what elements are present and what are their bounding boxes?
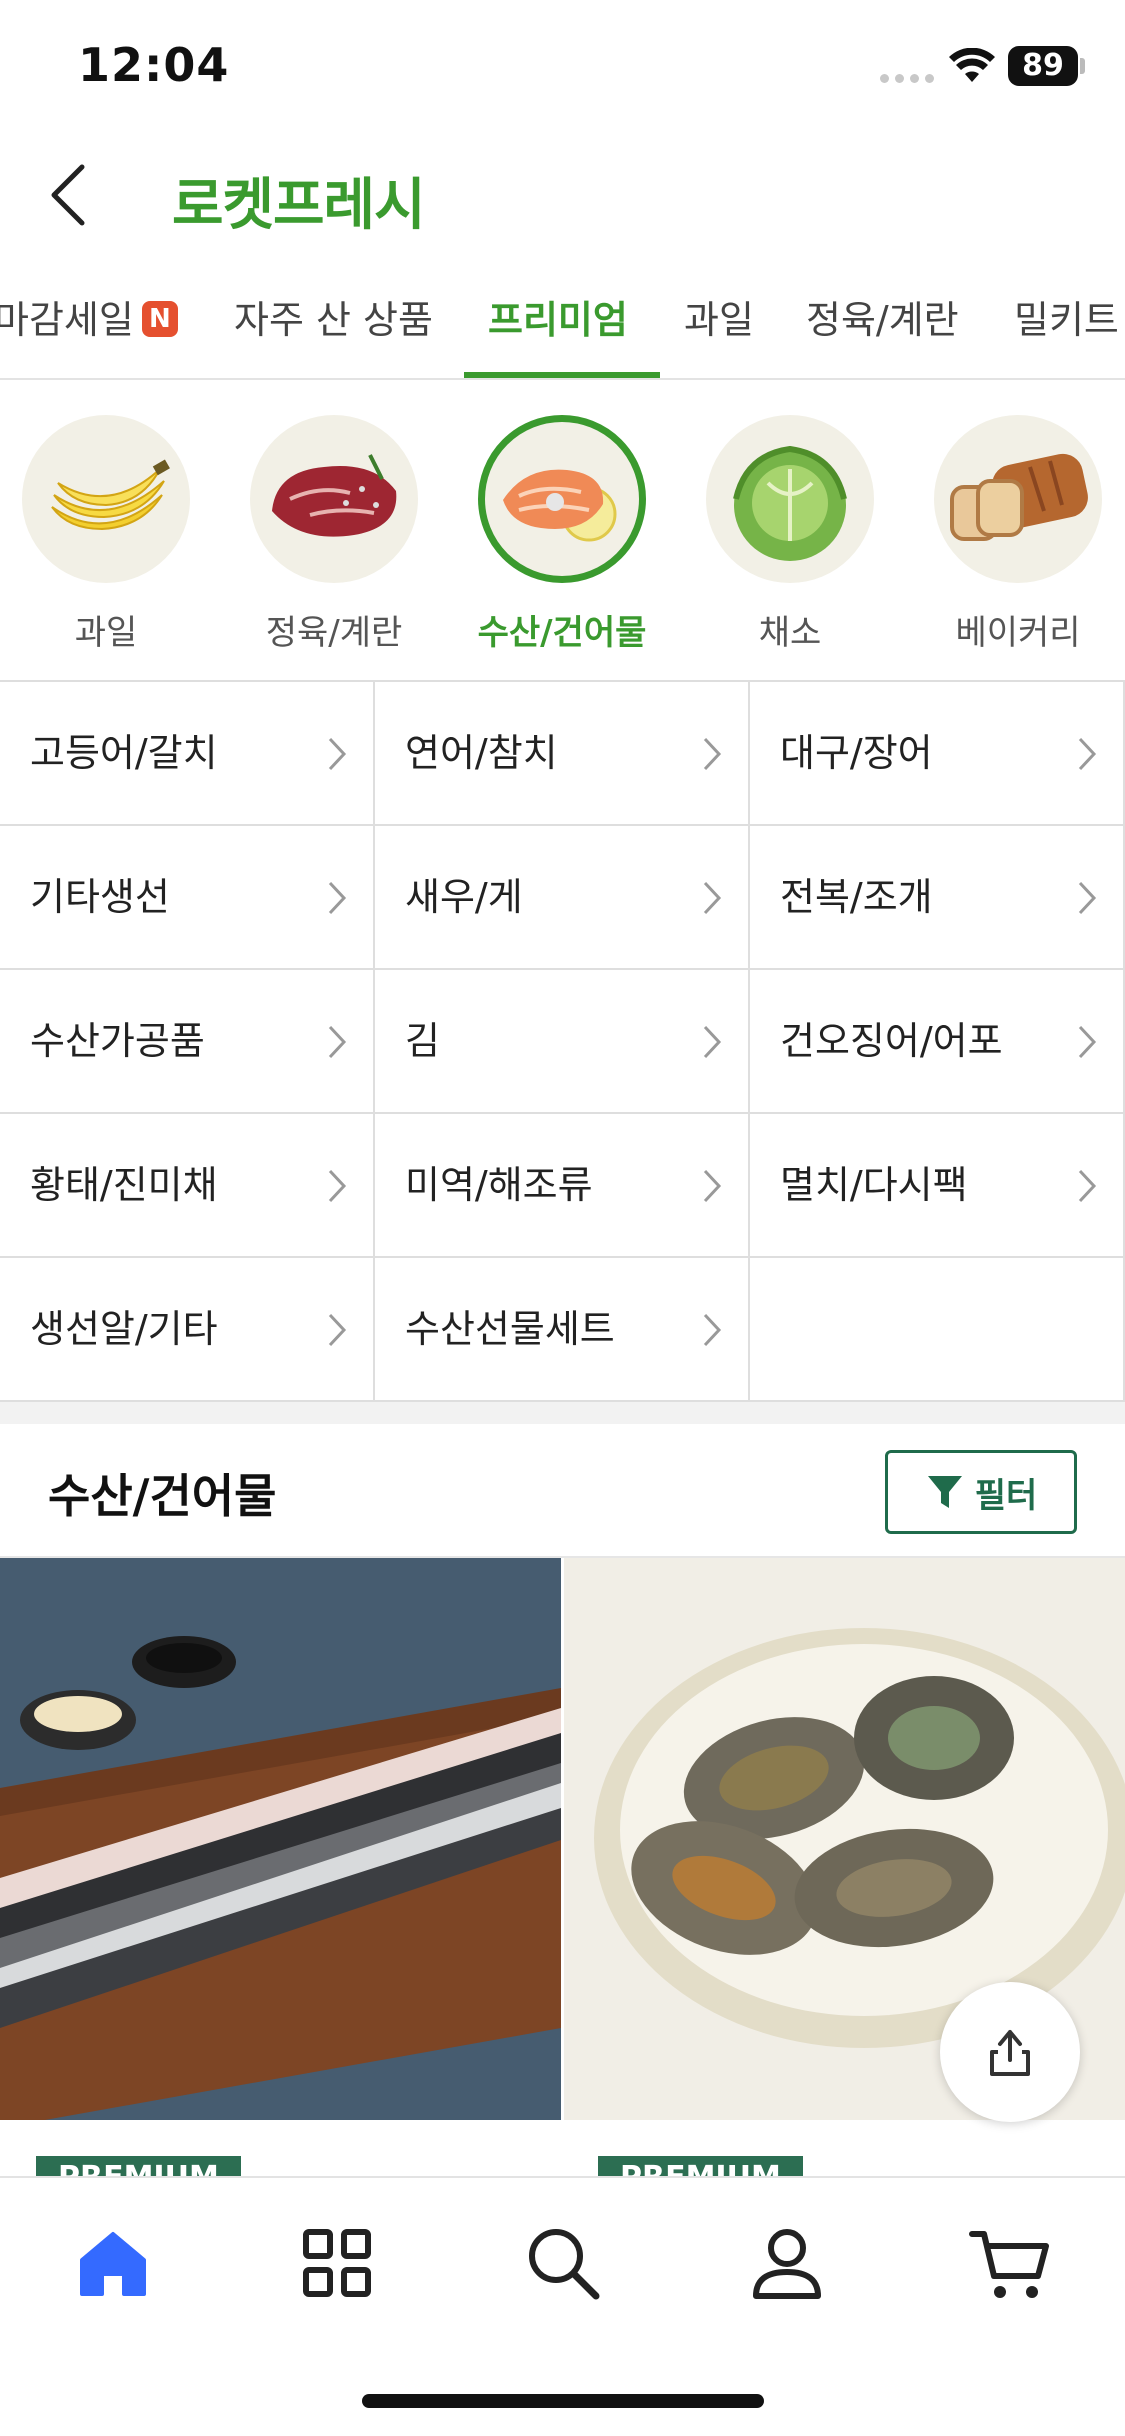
chevron-right-icon — [703, 881, 722, 915]
subcategory-item[interactable]: 멸치/다시팩 — [750, 1114, 1125, 1256]
subcategory-row: 생선알/기타 수산선물세트 — [0, 1258, 1125, 1402]
subcategory-item[interactable]: 황태/진미채 — [0, 1114, 375, 1256]
home-icon[interactable] — [68, 2218, 158, 2308]
subcategory-item[interactable]: 수산선물세트 — [375, 1258, 750, 1400]
beef-icon — [250, 415, 418, 583]
category-fruit[interactable]: 과일 — [16, 415, 196, 654]
subcategory-label: 새우/게 — [405, 875, 523, 919]
chevron-right-icon — [1078, 737, 1097, 771]
tab-meat-eggs[interactable]: 정육/계란 — [806, 280, 959, 378]
subcategory-label: 수산선물세트 — [405, 1307, 615, 1351]
chevron-right-icon — [703, 1025, 722, 1059]
cabbage-icon — [706, 415, 874, 583]
category-label: 과일 — [74, 613, 138, 653]
category-seafood[interactable]: 수산/건어물 — [472, 415, 652, 654]
wifi-icon — [949, 48, 995, 82]
subcategory-label: 멸치/다시팩 — [780, 1163, 968, 1207]
battery-nub — [1080, 58, 1085, 74]
chevron-right-icon — [1078, 1025, 1097, 1059]
filter-label: 필터 — [974, 1475, 1038, 1516]
category-grid-icon[interactable] — [292, 2218, 382, 2308]
category-bakery[interactable]: 베이커리 — [928, 415, 1108, 654]
cellular-signal-icon — [880, 74, 934, 83]
subcategory-item[interactable]: 건오징어/어포 — [750, 970, 1125, 1112]
page-title: 로켓프레시 — [172, 173, 426, 238]
filter-button[interactable]: 필터 — [885, 1450, 1077, 1534]
tab-frequently-bought[interactable]: 자주 산 상품 — [234, 280, 433, 378]
banana-icon — [22, 415, 190, 583]
subcategory-item[interactable]: 수산가공품 — [0, 970, 375, 1112]
subcategory-grid: 고등어/갈치 연어/참치 대구/장어 기타생선 새우/게 전복/조개 수산가공품… — [0, 680, 1125, 1402]
subcategory-label: 김 — [405, 1019, 440, 1063]
category-meat-eggs[interactable]: 정육/계란 — [244, 415, 424, 654]
chevron-right-icon — [328, 1025, 347, 1059]
subcategory-item[interactable]: 대구/장어 — [750, 682, 1125, 824]
battery-indicator: 89 — [1008, 46, 1078, 86]
chevron-right-icon — [328, 1169, 347, 1203]
salmon-icon — [478, 415, 646, 583]
search-icon[interactable] — [518, 2218, 608, 2308]
top-tab-bar: 마감세일 N 자주 산 상품 프리미엄 과일 정육/계란 밀키트 — [0, 280, 1125, 380]
chevron-right-icon — [703, 1169, 722, 1203]
tab-closing-sale[interactable]: 마감세일 N — [0, 280, 178, 378]
tab-label: 마감세일 — [0, 298, 134, 342]
status-time: 12:04 — [78, 38, 230, 92]
chevron-right-icon — [1078, 1169, 1097, 1203]
subcategory-label: 생선알/기타 — [30, 1307, 218, 1351]
subcategory-label: 전복/조개 — [780, 875, 933, 919]
section-divider — [0, 1402, 1125, 1424]
category-label: 베이커리 — [955, 613, 1081, 653]
subcategory-row: 고등어/갈치 연어/참치 대구/장어 — [0, 682, 1125, 826]
chevron-right-icon — [328, 737, 347, 771]
subcategory-label: 수산가공품 — [30, 1019, 205, 1063]
subcategory-item[interactable]: 새우/게 — [375, 826, 750, 968]
home-indicator — [362, 2394, 764, 2408]
cart-icon[interactable] — [966, 2218, 1056, 2308]
subcategory-item[interactable]: 연어/참치 — [375, 682, 750, 824]
subcategory-empty-cell — [750, 1258, 1125, 1400]
filter-funnel-icon — [927, 1476, 962, 1508]
subcategory-row: 수산가공품 김 건오징어/어포 — [0, 970, 1125, 1114]
category-label: 채소 — [758, 613, 822, 653]
share-icon — [990, 2030, 1030, 2076]
subcategory-label: 연어/참치 — [405, 731, 558, 775]
active-tab-underline — [464, 372, 660, 378]
share-button[interactable] — [940, 1982, 1080, 2122]
chevron-right-icon — [1078, 881, 1097, 915]
subcategory-item[interactable]: 고등어/갈치 — [0, 682, 375, 824]
subcategory-label: 미역/해조류 — [405, 1163, 593, 1207]
subcategory-label: 황태/진미채 — [30, 1163, 218, 1207]
tab-premium[interactable]: 프리미엄 — [488, 280, 628, 378]
subcategory-row: 기타생선 새우/게 전복/조개 — [0, 826, 1125, 970]
category-vegetables[interactable]: 채소 — [700, 415, 880, 654]
chevron-right-icon — [703, 737, 722, 771]
section-title: 수산/건어물 — [48, 1469, 277, 1523]
status-bar: 12:04 89 — [0, 0, 1125, 140]
chevron-right-icon — [328, 1313, 347, 1347]
subcategory-item[interactable]: 생선알/기타 — [0, 1258, 375, 1400]
chevron-right-icon — [328, 881, 347, 915]
subcategory-item[interactable]: 미역/해조류 — [375, 1114, 750, 1256]
subcategory-label: 대구/장어 — [780, 731, 933, 775]
subcategory-row: 황태/진미채 미역/해조류 멸치/다시팩 — [0, 1114, 1125, 1258]
product-image-eel[interactable] — [0, 1558, 561, 2120]
tab-fruit[interactable]: 과일 — [684, 280, 754, 378]
category-label: 수산/건어물 — [477, 613, 647, 653]
tab-meal-kit[interactable]: 밀키트 — [1014, 280, 1119, 378]
subcategory-item[interactable]: 기타생선 — [0, 826, 375, 968]
profile-icon[interactable] — [742, 2218, 832, 2308]
subcategory-item[interactable]: 김 — [375, 970, 750, 1112]
subcategory-label: 건오징어/어포 — [780, 1019, 1003, 1063]
bread-icon — [934, 415, 1102, 583]
chevron-right-icon — [703, 1313, 722, 1347]
subcategory-item[interactable]: 전복/조개 — [750, 826, 1125, 968]
subcategory-label: 기타생선 — [30, 875, 170, 919]
back-arrow-icon[interactable] — [40, 155, 100, 235]
subcategory-label: 고등어/갈치 — [30, 731, 218, 775]
category-carousel: 과일 정육/계란 수산/건어물 채소 베이커리 — [0, 415, 1125, 675]
category-label: 정육/계란 — [265, 613, 403, 653]
new-badge: N — [141, 300, 178, 337]
